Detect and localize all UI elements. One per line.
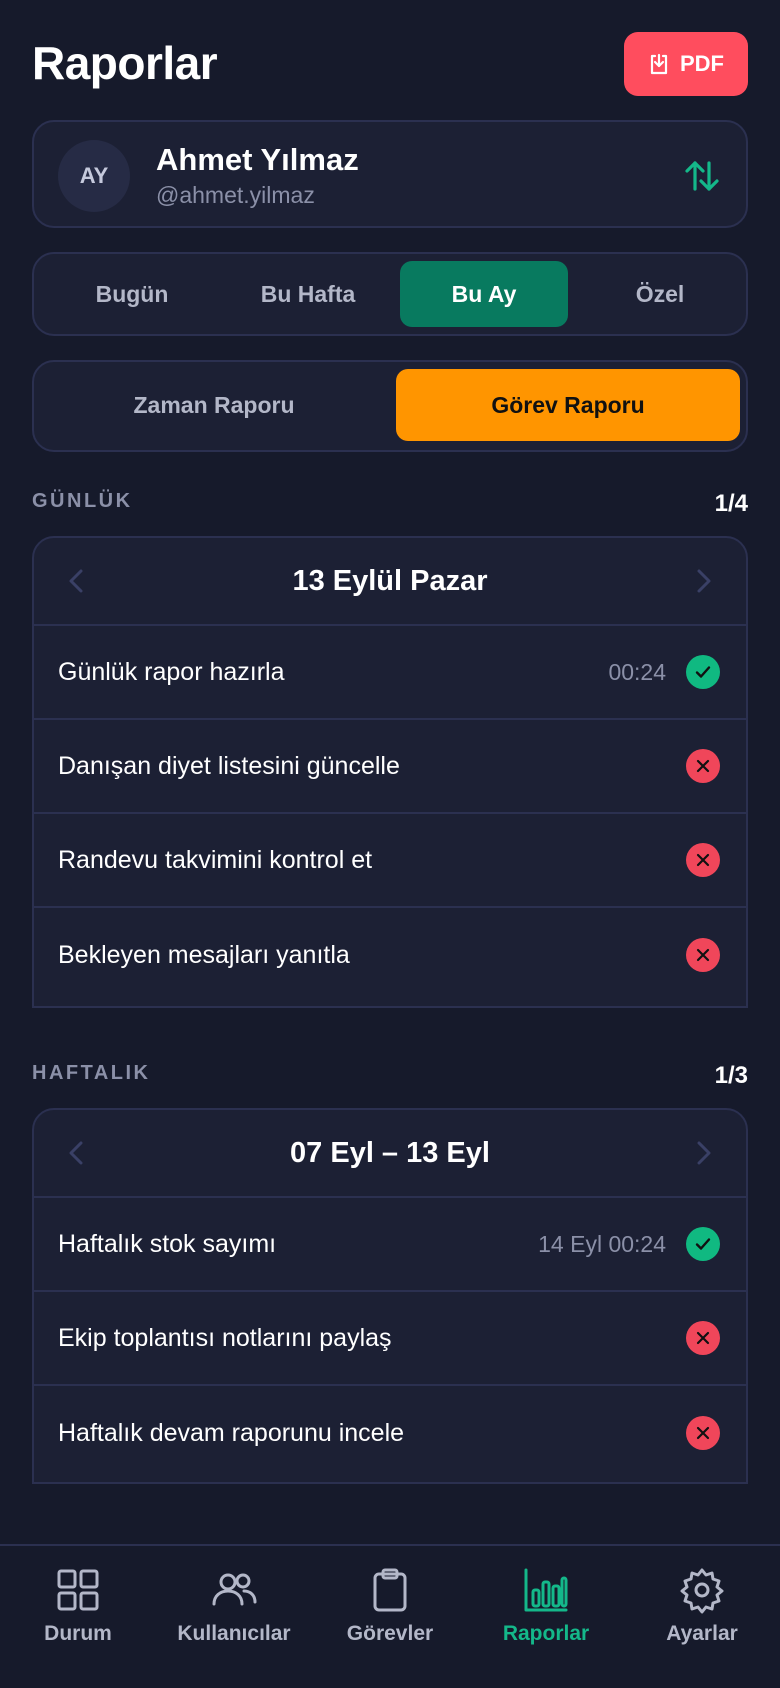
chevron-right-icon[interactable] <box>688 1138 718 1168</box>
user-handle: @ahmet.yilmaz <box>156 182 315 208</box>
nav-item-raporlar[interactable]: Raporlar <box>468 1566 624 1666</box>
task-row[interactable]: Haftalık stok sayımı 14 Eyl 00:24 <box>34 1198 746 1292</box>
bar-chart-icon <box>524 1568 568 1612</box>
daily-count: 1/4 <box>714 490 748 517</box>
daily-task-list: 13 Eylül Pazar Günlük rapor hazırla 00:2… <box>32 536 748 1008</box>
task-time: 14 Eyl 00:24 <box>538 1230 666 1257</box>
grid-icon <box>57 1569 99 1611</box>
task-row[interactable]: Günlük rapor hazırla 00:24 <box>34 626 746 720</box>
avatar: AY <box>58 140 130 212</box>
tab-today[interactable]: Bugün <box>48 261 216 327</box>
nav-label: Durum <box>44 1622 112 1645</box>
task-title: Haftalık devam raporunu incele <box>58 1418 405 1447</box>
task-time: 00:24 <box>608 658 666 685</box>
weekly-count: 1/3 <box>714 1062 748 1089</box>
clipboard-icon <box>373 1568 407 1612</box>
check-icon <box>686 655 720 689</box>
report-type-tabs: Zaman Raporu Görev Raporu <box>32 360 748 452</box>
tab-time-report[interactable]: Zaman Raporu <box>42 369 386 441</box>
weekly-task-list: 07 Eyl – 13 Eyl Haftalık stok sayımı 14 … <box>32 1108 748 1484</box>
tab-this-month[interactable]: Bu Ay <box>400 261 568 327</box>
task-title: Danışan diyet listesini güncelle <box>58 751 400 780</box>
task-row[interactable]: Danışan diyet listesini güncelle <box>34 720 746 814</box>
page-title: Raporlar <box>32 37 218 89</box>
download-icon <box>650 53 668 75</box>
nav-item-kullanicilar[interactable]: Kullanıcılar <box>156 1566 312 1666</box>
task-row[interactable]: Ekip toplantısı notlarını paylaş <box>34 1292 746 1386</box>
swap-icon[interactable] <box>682 156 722 196</box>
nav-item-ayarlar[interactable]: Ayarlar <box>624 1566 780 1666</box>
nav-item-gorevler[interactable]: Görevler <box>312 1566 468 1666</box>
task-row[interactable]: Bekleyen mesajları yanıtla <box>34 908 746 1002</box>
task-title: Bekleyen mesajları yanıtla <box>58 940 350 969</box>
nav-item-durum[interactable]: Durum <box>0 1566 156 1666</box>
chevron-left-icon[interactable] <box>62 1138 92 1168</box>
chevron-right-icon[interactable] <box>688 566 718 596</box>
bottom-nav: Durum Kullanıcılar Görevler Raporlar Aya… <box>0 1544 780 1688</box>
close-icon <box>686 1321 720 1355</box>
close-icon <box>686 1416 720 1450</box>
close-icon <box>686 843 720 877</box>
tab-this-week[interactable]: Bu Hafta <box>224 261 392 327</box>
pdf-label: PDF <box>680 51 724 76</box>
weekly-date-header: 07 Eyl – 13 Eyl <box>34 1110 746 1198</box>
task-title: Randevu takvimini kontrol et <box>58 845 373 874</box>
date-range-tabs: Bugün Bu Hafta Bu Ay Özel <box>32 252 748 336</box>
tab-task-report[interactable]: Görev Raporu <box>396 369 740 441</box>
user-selector[interactable]: AY Ahmet Yılmaz @ahmet.yilmaz <box>32 120 748 228</box>
nav-label: Raporlar <box>502 1622 590 1645</box>
daily-date-header: 13 Eylül Pazar <box>34 538 746 626</box>
task-title: Ekip toplantısı notlarını paylaş <box>58 1323 392 1352</box>
chevron-left-icon[interactable] <box>62 566 92 596</box>
task-row[interactable]: Randevu takvimini kontrol et <box>34 814 746 908</box>
nav-label: Ayarlar <box>666 1622 738 1645</box>
nav-label: Kullanıcılar <box>177 1622 291 1645</box>
close-icon <box>686 749 720 783</box>
weekly-date-range: 07 Eyl – 13 Eyl <box>290 1136 490 1169</box>
daily-date: 13 Eylül Pazar <box>292 564 488 597</box>
task-row[interactable]: Haftalık devam raporunu incele <box>34 1386 746 1480</box>
user-name: Ahmet Yılmaz <box>156 142 359 177</box>
check-icon <box>686 1227 720 1261</box>
pdf-export-button[interactable]: PDF <box>624 32 748 96</box>
daily-section-label: GÜNLÜK <box>32 490 133 512</box>
gear-icon <box>680 1568 724 1614</box>
close-icon <box>686 938 720 972</box>
task-title: Haftalık stok sayımı <box>58 1229 277 1258</box>
users-icon <box>212 1573 257 1606</box>
tab-custom[interactable]: Özel <box>576 261 744 327</box>
task-title: Günlük rapor hazırla <box>58 657 285 686</box>
nav-label: Görevler <box>346 1622 434 1645</box>
weekly-section-label: HAFTALIK <box>32 1062 151 1084</box>
